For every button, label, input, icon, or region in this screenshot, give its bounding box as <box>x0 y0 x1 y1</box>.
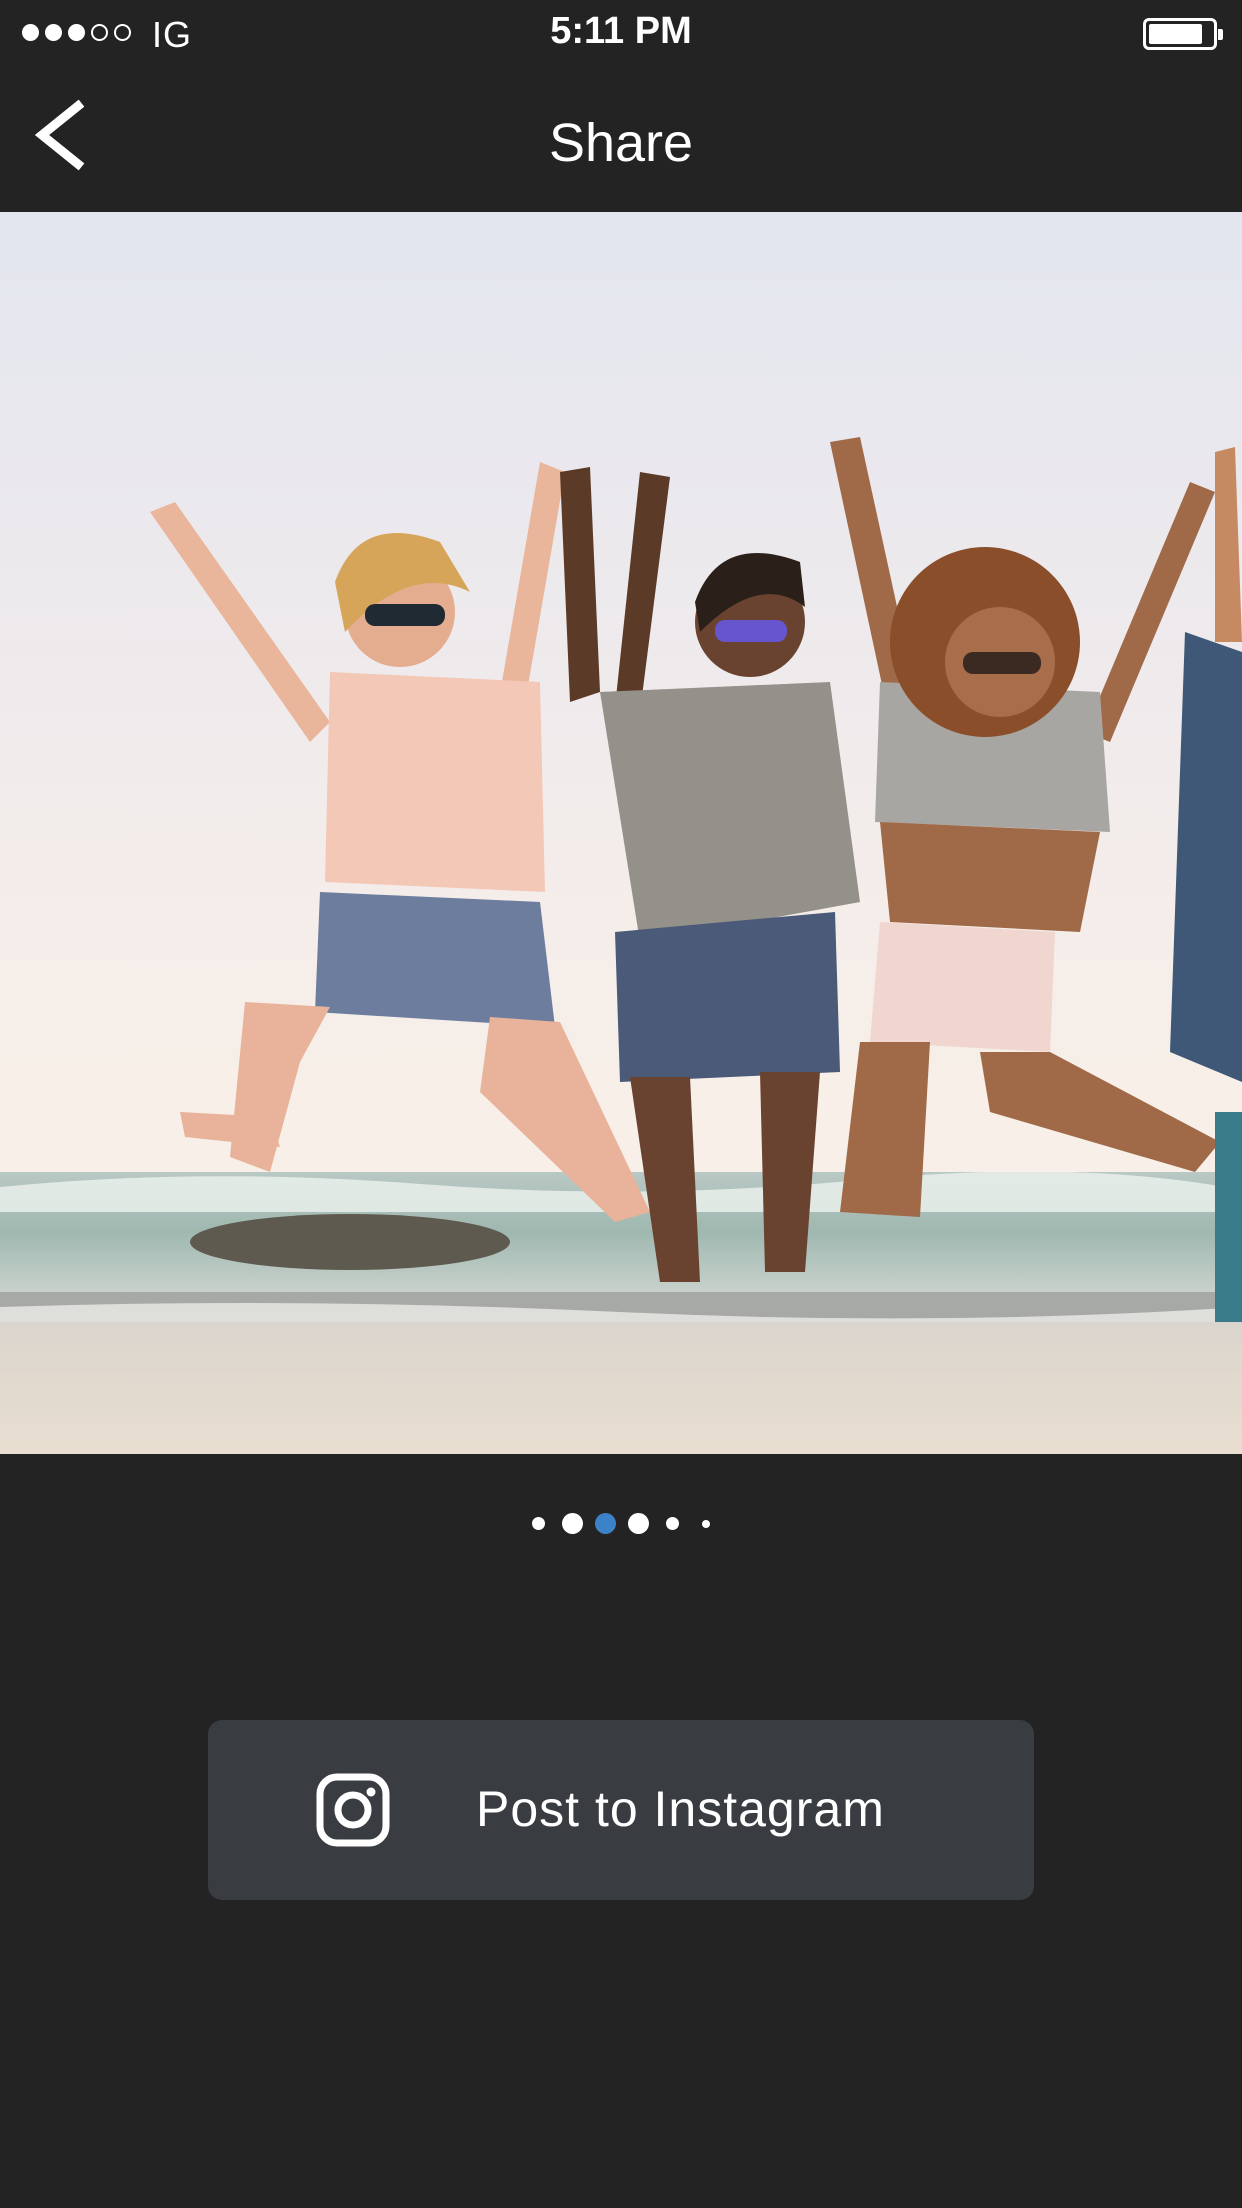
page-dot[interactable] <box>628 1513 649 1534</box>
page-dot[interactable] <box>666 1517 679 1530</box>
page-dot-active[interactable] <box>595 1513 616 1534</box>
battery-level <box>1149 24 1202 44</box>
post-to-instagram-label: Post to Instagram <box>476 1781 885 1837</box>
battery-icon <box>1143 18 1223 50</box>
page-dot[interactable] <box>562 1513 583 1534</box>
status-time: 5:11 PM <box>550 10 692 52</box>
page-dot[interactable] <box>702 1520 710 1528</box>
navigation-bar: Share <box>0 66 1242 212</box>
status-bar: IG 5:11 PM <box>0 0 1242 66</box>
page-dot[interactable] <box>532 1517 545 1530</box>
beach-photo-image <box>0 212 1242 1454</box>
instagram-icon <box>316 1773 390 1847</box>
shared-photo[interactable] <box>0 212 1242 1454</box>
page-title: Share <box>548 113 694 173</box>
post-to-instagram-button[interactable]: Post to Instagram <box>208 1720 1034 1900</box>
page-indicator[interactable] <box>0 1510 1242 1538</box>
